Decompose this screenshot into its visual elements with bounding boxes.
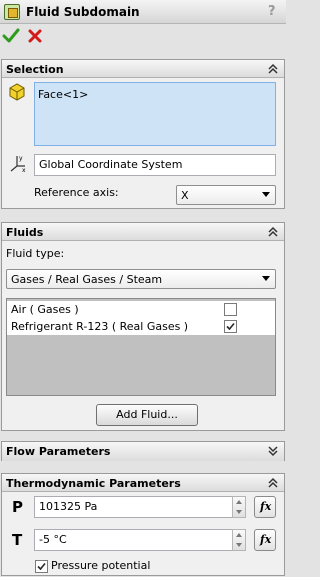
coordinate-system-field[interactable]: Global Coordinate System [34, 154, 276, 176]
fluid-type-label: Fluid type: [6, 247, 65, 260]
pressure-potential-checkbox[interactable] [35, 560, 48, 573]
svg-text:x: x [22, 167, 26, 173]
coordinate-system-value: Global Coordinate System [39, 158, 183, 171]
fluid-name: Refrigerant R-123 ( Real Gases ) [11, 320, 189, 333]
coordinate-system-icon: y x [10, 155, 26, 173]
flow-parameters-header-label: Flow Parameters [6, 445, 111, 458]
checkmark-icon [226, 322, 235, 331]
fluid-name: Air ( Gases ) [11, 303, 79, 316]
property-manager-titlebar: Fluid Subdomain ? [0, 0, 286, 24]
chevron-down-icon [262, 276, 270, 281]
fluid-type-select[interactable]: Gases / Real Gases / Steam [6, 269, 276, 289]
spin-up-icon [236, 533, 242, 537]
add-fluid-button[interactable]: Add Fluid... [96, 404, 198, 426]
collapse-chevron-icon [268, 226, 278, 237]
fluids-panel: Fluids Fluid type: Gases / Real Gases / … [1, 222, 285, 431]
reference-axis-select[interactable]: X [176, 185, 276, 205]
fx-icon: fx [260, 533, 272, 546]
selection-header-label: Selection [6, 63, 64, 76]
thermodynamic-parameters-header[interactable]: Thermodynamic Parameters [2, 474, 284, 492]
list-item[interactable]: Air ( Gases ) [7, 301, 275, 318]
pressure-symbol: P [12, 498, 23, 516]
checkmark-icon [2, 28, 20, 43]
pressure-fx-button[interactable]: fx [254, 496, 276, 518]
expand-chevron-icon [268, 446, 278, 457]
thermodynamic-parameters-header-label: Thermodynamic Parameters [6, 477, 181, 490]
temperature-symbol: T [12, 531, 23, 549]
selection-panel: Selection Face<1> y x Global Coordinate … [1, 59, 285, 209]
flow-parameters-panel: Flow Parameters [1, 441, 285, 461]
fluid-checkbox[interactable] [224, 320, 237, 333]
fluid-subdomain-icon [4, 4, 20, 20]
page-title: Fluid Subdomain [26, 5, 140, 19]
selection-item[interactable]: Face<1> [38, 88, 88, 101]
fx-icon: fx [260, 500, 272, 513]
spin-down-icon [236, 510, 242, 514]
checkmark-icon [37, 562, 46, 571]
fluids-header-label: Fluids [6, 226, 44, 239]
spin-down-icon [236, 543, 242, 547]
ok-button[interactable] [2, 27, 20, 49]
face-selection-icon [9, 83, 25, 101]
fluids-header[interactable]: Fluids [2, 223, 284, 241]
reference-axis-label: Reference axis: [34, 186, 119, 199]
close-icon [28, 29, 42, 43]
thermodynamic-parameters-panel: Thermodynamic Parameters P 101325 Pa fx … [1, 473, 285, 576]
fluid-checkbox[interactable] [224, 303, 237, 316]
fluid-type-value: Gases / Real Gases / Steam [11, 273, 163, 286]
collapse-chevron-icon [268, 477, 278, 488]
temperature-fx-button[interactable]: fx [254, 529, 276, 551]
pressure-value: 101325 Pa [39, 500, 98, 513]
chevron-down-icon [262, 192, 270, 197]
pressure-potential-label[interactable]: Pressure potential [51, 559, 150, 572]
temperature-input[interactable]: -5 °C [34, 529, 246, 551]
selection-list[interactable]: Face<1> [34, 82, 276, 146]
collapse-chevron-icon [268, 63, 278, 74]
cancel-button[interactable] [26, 27, 44, 49]
pressure-stepper[interactable] [232, 496, 246, 518]
temperature-value: -5 °C [39, 533, 67, 546]
help-button[interactable]: ? [268, 4, 276, 19]
reference-axis-value: X [181, 189, 189, 202]
fluids-list[interactable]: Air ( Gases ) Refrigerant R-123 ( Real G… [6, 298, 276, 396]
pressure-input[interactable]: 101325 Pa [34, 496, 246, 518]
list-item[interactable]: Refrigerant R-123 ( Real Gases ) [7, 318, 275, 335]
svg-text:y: y [19, 155, 23, 162]
flow-parameters-header[interactable]: Flow Parameters [2, 442, 284, 461]
spin-up-icon [236, 500, 242, 504]
selection-header[interactable]: Selection [2, 60, 284, 78]
temperature-stepper[interactable] [232, 529, 246, 551]
